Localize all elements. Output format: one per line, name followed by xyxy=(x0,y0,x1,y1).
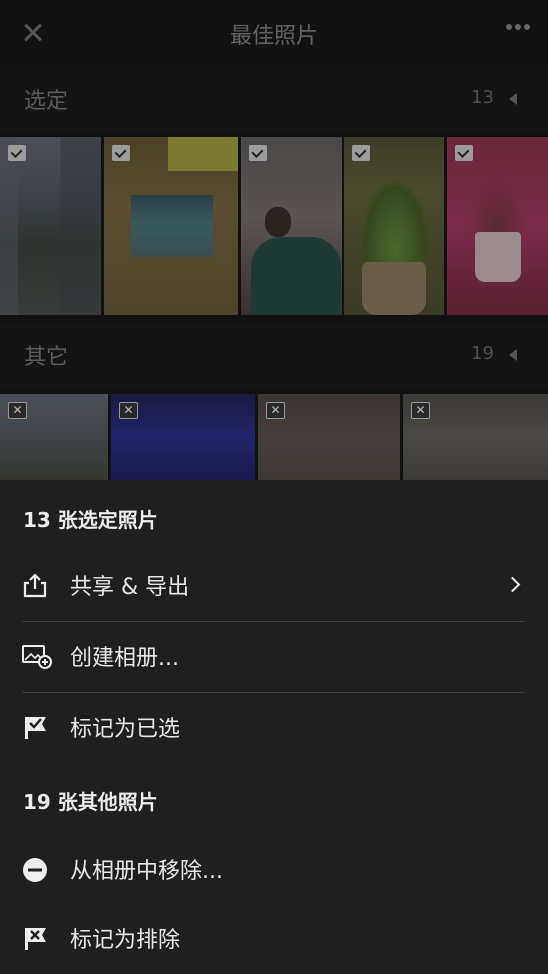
remove-from-album-label: 从相册中移除... xyxy=(70,859,223,884)
share-icon xyxy=(23,573,47,598)
divider xyxy=(22,621,525,622)
photo-thumb[interactable]: ✕ xyxy=(0,394,108,480)
photo-thumb[interactable]: ✕ xyxy=(258,394,400,480)
checkbox-checked-icon[interactable] xyxy=(8,145,26,161)
create-album-icon xyxy=(22,645,52,669)
remove-from-album-item[interactable]: 从相册中移除... xyxy=(0,836,548,902)
photo-thumb[interactable]: ✕ xyxy=(111,394,255,480)
other-photo-row: ✕ ✕ ✕ ✕ xyxy=(0,394,548,480)
section-label-others: 其它 xyxy=(24,345,69,370)
other-photos-heading: 19 张其他照片 xyxy=(23,790,158,814)
checkbox-x-icon[interactable]: ✕ xyxy=(266,402,285,419)
divider xyxy=(22,692,525,693)
share-export-label: 共享 & 导出 xyxy=(70,575,190,600)
checkbox-checked-icon[interactable] xyxy=(112,145,130,161)
mark-excluded-label: 标记为排除 xyxy=(70,928,181,953)
mark-selected-label: 标记为已选 xyxy=(70,717,181,742)
photo-thumb[interactable] xyxy=(241,137,342,315)
section-label-selected: 选定 xyxy=(24,89,69,114)
collapse-arrow-icon[interactable] xyxy=(509,349,517,361)
checkbox-x-icon[interactable]: ✕ xyxy=(8,402,27,419)
section-count-selected: 13 xyxy=(471,87,494,108)
checkbox-checked-icon[interactable] xyxy=(455,145,473,161)
chevron-right-icon xyxy=(504,576,521,593)
checkbox-x-icon[interactable]: ✕ xyxy=(119,402,138,419)
action-sheet: 13 张选定照片 共享 & 导出 创建相册... 标记为已选 19 张其他照片 xyxy=(0,480,548,974)
photo-thumb[interactable] xyxy=(447,137,548,315)
flag-x-icon xyxy=(25,928,46,950)
checkbox-checked-icon[interactable] xyxy=(249,145,267,161)
top-bar: 最佳照片 xyxy=(0,0,548,66)
section-count-others: 19 xyxy=(471,343,494,364)
collapse-arrow-icon[interactable] xyxy=(509,93,517,105)
remove-circle-icon xyxy=(23,858,47,882)
page-title: 最佳照片 xyxy=(229,24,318,49)
mark-excluded-item[interactable]: 标记为排除 xyxy=(0,905,548,971)
create-album-label: 创建相册... xyxy=(70,646,179,671)
selected-photo-row xyxy=(0,137,548,315)
photo-thumb[interactable] xyxy=(104,137,238,315)
checkbox-checked-icon[interactable] xyxy=(352,145,370,161)
section-header-others[interactable]: 其它 19 xyxy=(0,322,548,388)
photo-thumb[interactable]: ✕ xyxy=(403,394,548,480)
flag-check-icon xyxy=(25,717,46,739)
create-album-item[interactable]: 创建相册... xyxy=(0,623,548,689)
section-header-selected[interactable]: 选定 13 xyxy=(0,66,548,132)
mark-selected-item[interactable]: 标记为已选 xyxy=(0,694,548,760)
photo-thumb[interactable] xyxy=(0,137,101,315)
selected-photos-heading: 13 张选定照片 xyxy=(23,508,158,532)
photo-thumb[interactable] xyxy=(344,137,444,315)
more-icon[interactable] xyxy=(506,24,530,30)
checkbox-x-icon[interactable]: ✕ xyxy=(411,402,430,419)
share-export-item[interactable]: 共享 & 导出 xyxy=(0,552,548,618)
